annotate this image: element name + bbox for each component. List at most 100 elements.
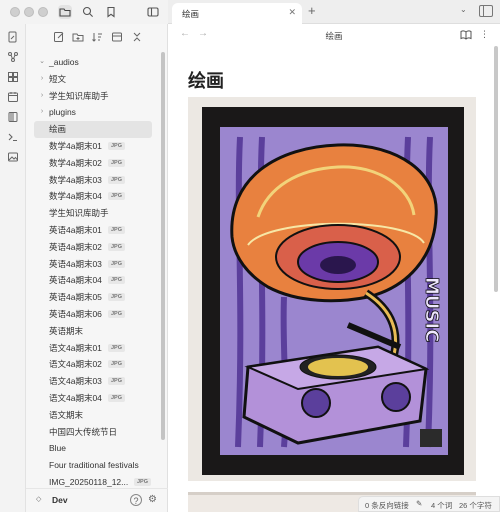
tab-note[interactable]: 绘画 ✕ <box>172 3 302 24</box>
chevron-down-icon[interactable]: ⌄ <box>38 54 46 71</box>
tree-file[interactable]: 英语4a期末01 JPG <box>26 222 162 239</box>
tree-file[interactable]: 中国四大传统节日 <box>26 424 162 441</box>
tree-item-label: _audios <box>49 57 79 67</box>
collapse-all-icon[interactable] <box>130 30 144 44</box>
window-close-button[interactable] <box>10 7 20 17</box>
tree-item-label: 英语4a期末05 <box>49 292 102 303</box>
tree-folder[interactable]: › 学生知识库助手 <box>26 88 162 105</box>
tree-item-label: 学生知识库助手 <box>49 90 109 101</box>
chevron-right-icon[interactable]: › <box>38 88 46 105</box>
tree-item-label: 语文期末 <box>49 409 84 420</box>
window-zoom-button[interactable] <box>38 7 48 17</box>
tab-close-icon[interactable]: ✕ <box>288 7 296 18</box>
view-title[interactable]: 绘画 <box>168 30 500 42</box>
more-options-icon[interactable]: ⋮ <box>480 29 489 40</box>
tree-item-label: 语文4a期末04 <box>49 392 102 403</box>
tree-file[interactable]: 英语4a期末05 JPG <box>26 289 162 306</box>
tree-item-label: 短文 <box>49 73 67 84</box>
tree-file[interactable]: 英语4a期末03 JPG <box>26 256 162 273</box>
tree-item-label: Four traditional festivals <box>49 460 139 471</box>
file-type-badge: JPG <box>108 276 126 285</box>
note-view: ← → 绘画 ⋮ 绘画 MUSIC <box>168 24 500 512</box>
tab-bar: 绘画 ✕ + ⌄ <box>168 0 500 24</box>
tree-item-label: 英语4a期末03 <box>49 258 102 269</box>
tree-folder[interactable]: › plugins <box>26 104 162 121</box>
artwork-music-text: MUSIC <box>421 277 442 342</box>
tree-file[interactable]: 数学4a期末02 JPG <box>26 155 162 172</box>
archive-icon[interactable] <box>6 110 20 124</box>
file-type-badge: JPG <box>108 377 126 386</box>
file-tree: ⌄ _audios › 短文 › 学生知识库助手 › plugins 绘画 数学4a期末01 JPG… <box>26 54 162 491</box>
edit-pencil-icon[interactable]: ✎ <box>416 499 422 508</box>
tree-file[interactable]: 语文期末 <box>26 407 162 424</box>
tab-list-chevron-icon[interactable]: ⌄ <box>460 5 467 14</box>
tree-item-label: 数学4a期末04 <box>49 191 102 202</box>
file-type-badge: JPG <box>134 477 152 486</box>
tree-item-label: 英语4a期末02 <box>49 241 102 252</box>
new-note-icon[interactable] <box>52 30 66 44</box>
image-icon[interactable] <box>6 150 20 164</box>
file-explorer: ⌄ _audios › 短文 › 学生知识库助手 › plugins 绘画 数学4a期末01 JPG… <box>26 24 168 512</box>
help-icon[interactable]: ? <box>130 494 142 506</box>
settings-gear-icon[interactable]: ⚙ <box>148 494 157 505</box>
calendar-icon[interactable] <box>6 90 20 104</box>
graph-view-icon[interactable] <box>6 50 20 64</box>
tree-file[interactable]: 数学4a期末01 JPG <box>26 138 162 155</box>
status-bar: 0 条反向链接 ✎ 4 个词 26 个字符 <box>358 496 500 512</box>
tree-file[interactable]: 语文4a期末04 JPG <box>26 390 162 407</box>
tree-item-label: 学生知识库助手 <box>49 208 109 219</box>
tree-file[interactable]: Four traditional festivals <box>26 457 162 474</box>
file-type-badge: JPG <box>108 175 126 184</box>
canvas-icon[interactable] <box>6 70 20 84</box>
tree-file[interactable]: 语文4a期末01 JPG <box>26 340 162 357</box>
tree-file[interactable]: 英语4a期末06 JPG <box>26 306 162 323</box>
file-type-badge: JPG <box>108 309 126 318</box>
open-file-icon[interactable] <box>6 30 20 44</box>
file-explorer-toggle-icon[interactable] <box>58 5 72 19</box>
window-titlebar <box>0 0 168 24</box>
tree-item-label: 英语4a期末04 <box>49 275 102 286</box>
file-type-badge: JPG <box>108 360 126 369</box>
content-scrollbar[interactable] <box>494 46 498 292</box>
file-type-badge: JPG <box>108 259 126 268</box>
tree-file[interactable]: 绘画 <box>34 121 152 138</box>
tree-folder[interactable]: › 短文 <box>26 71 162 88</box>
file-type-badge: JPG <box>108 393 126 402</box>
file-type-badge: JPG <box>108 158 126 167</box>
tree-file[interactable]: 学生知识库助手 <box>26 205 162 222</box>
right-sidebar-toggle-icon[interactable] <box>479 5 493 17</box>
tree-item-label: 绘画 <box>49 124 67 135</box>
vault-name[interactable]: Dev <box>52 495 68 505</box>
tree-file[interactable]: 英语期末 <box>26 323 162 340</box>
tree-item-label: 语文4a期末03 <box>49 376 102 387</box>
tree-file[interactable]: 语文4a期末02 JPG <box>26 356 162 373</box>
tree-file[interactable]: 英语4a期末02 JPG <box>26 239 162 256</box>
chevron-right-icon[interactable]: › <box>38 104 46 121</box>
tree-folder[interactable]: ⌄ _audios <box>26 54 162 71</box>
tree-file[interactable]: Blue <box>26 440 162 457</box>
sidebar-toggle-icon[interactable] <box>146 5 160 19</box>
view-header: ← → 绘画 ⋮ <box>168 24 500 46</box>
tree-file[interactable]: 英语4a期末04 JPG <box>26 272 162 289</box>
new-folder-icon[interactable] <box>71 30 85 44</box>
tree-item-label: 语文4a期末01 <box>49 342 102 353</box>
sidebar-scrollbar[interactable] <box>161 52 165 440</box>
new-tab-icon[interactable]: + <box>308 4 316 18</box>
tree-file[interactable]: 数学4a期末04 JPG <box>26 188 162 205</box>
tab-title: 绘画 <box>182 9 200 19</box>
reading-view-icon[interactable] <box>460 29 472 43</box>
backlinks-count[interactable]: 0 条反向链接 <box>365 500 409 511</box>
chevron-right-icon[interactable]: › <box>38 71 46 88</box>
tree-item-label: plugins <box>49 107 76 118</box>
vault-switcher[interactable]: ◇ Dev ? ⚙ <box>26 488 168 512</box>
window-minimize-button[interactable] <box>24 7 34 17</box>
tree-item-label: 语文4a期末02 <box>49 359 102 370</box>
tree-file[interactable]: 语文4a期末03 JPG <box>26 373 162 390</box>
terminal-icon[interactable] <box>6 130 20 144</box>
tree-file[interactable]: 数学4a期末03 JPG <box>26 172 162 189</box>
search-icon[interactable] <box>81 5 95 19</box>
file-explorer-actions <box>26 30 168 46</box>
auto-reveal-icon[interactable] <box>110 30 124 44</box>
bookmark-icon[interactable] <box>104 5 118 19</box>
sort-icon[interactable] <box>90 30 104 44</box>
